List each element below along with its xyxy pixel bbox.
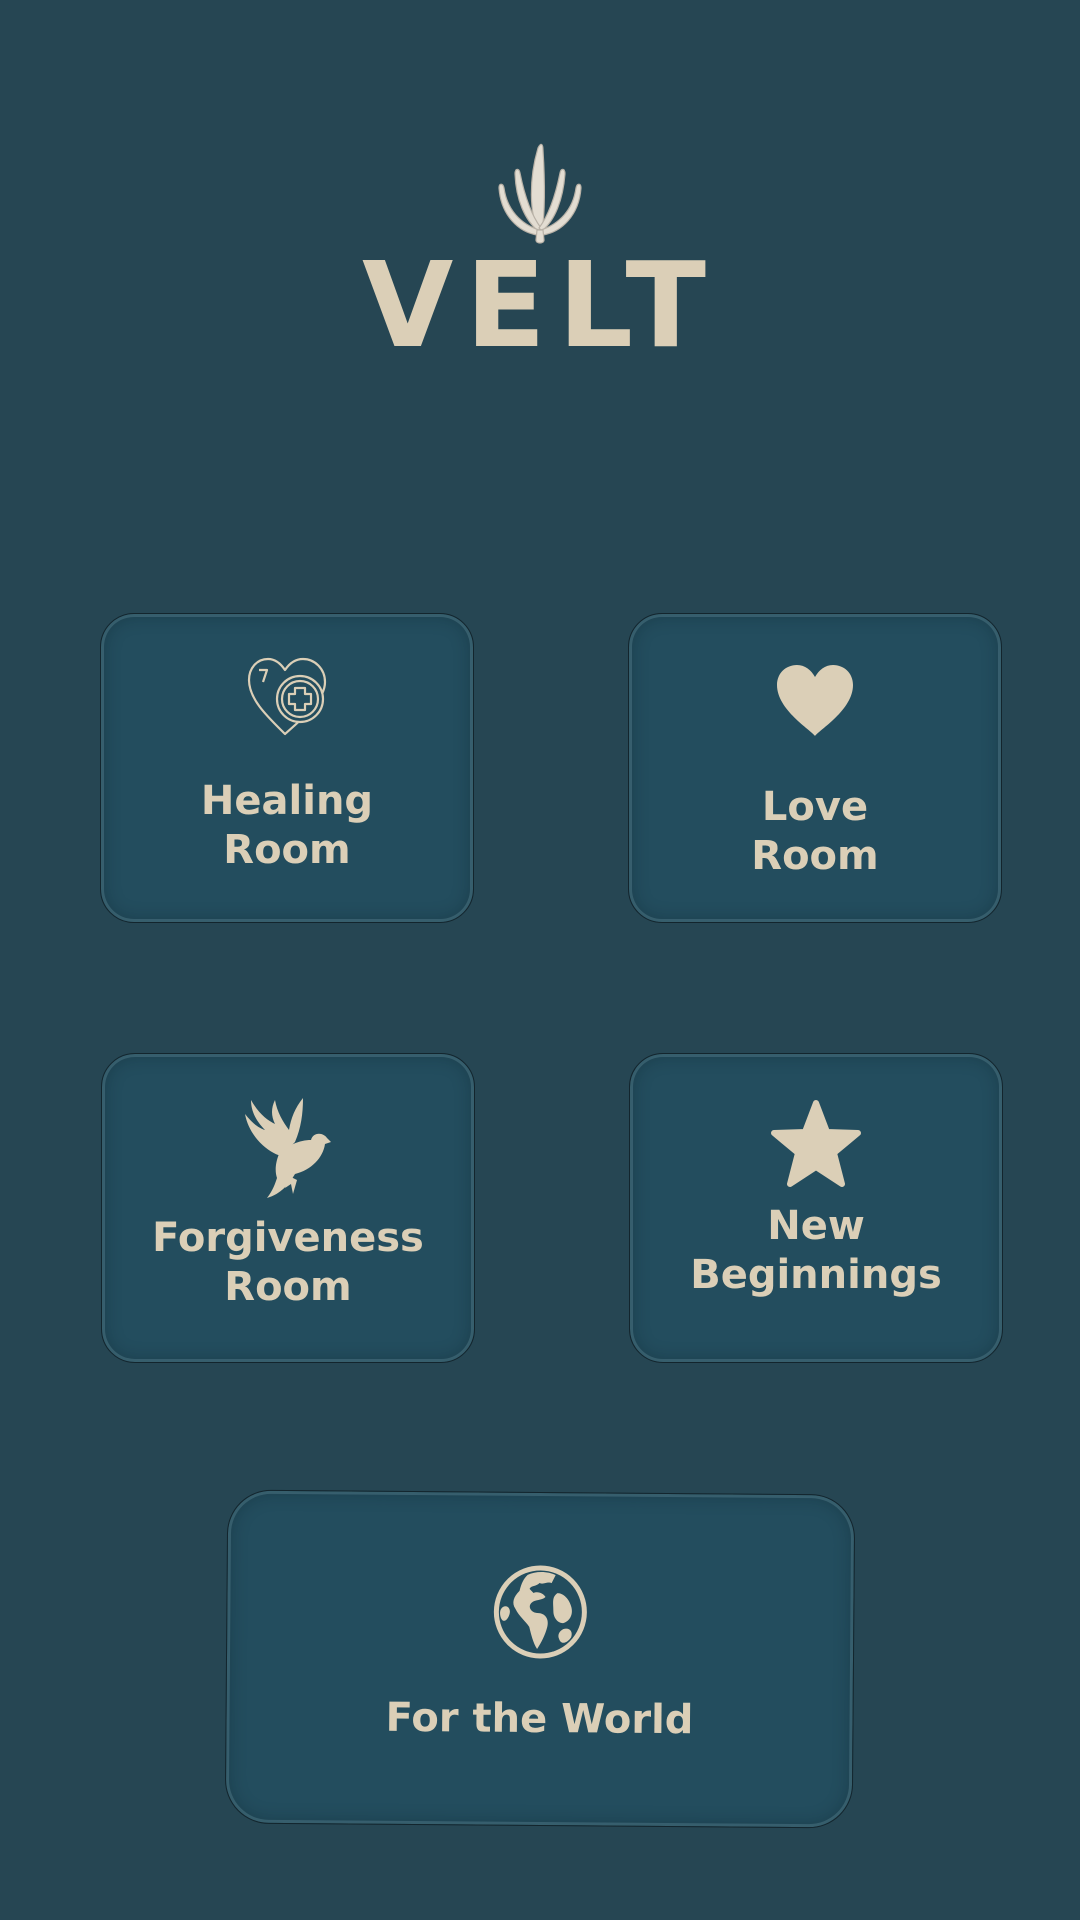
healing-room-button[interactable]: Healing Room (100, 613, 474, 923)
for-the-world-label: For the World (385, 1694, 694, 1744)
healing-room-label: Healing Room (200, 778, 374, 873)
dove-icon (102, 1098, 474, 1200)
logo-wordmark: VELT (361, 236, 719, 374)
sprout-icon (498, 143, 582, 244)
star-icon (630, 1098, 1002, 1190)
for-the-world-button[interactable]: For the World (224, 1489, 856, 1829)
forgiveness-room-label: Forgiveness Room (152, 1215, 424, 1310)
new-beginnings-button[interactable]: New Beginnings (629, 1053, 1003, 1363)
app-logo: VELT (0, 140, 1080, 370)
love-room-button[interactable]: Love Room (628, 613, 1002, 923)
love-room-label: Love Room (751, 784, 879, 879)
app-screen: VELT Healing Room Love Room Forgiveness … (0, 0, 1080, 1920)
forgiveness-room-button[interactable]: Forgiveness Room (101, 1053, 475, 1363)
heart-medical-icon (101, 656, 473, 738)
globe-icon (227, 1561, 854, 1664)
heart-icon (629, 662, 1001, 738)
new-beginnings-label: New Beginnings (690, 1203, 942, 1298)
